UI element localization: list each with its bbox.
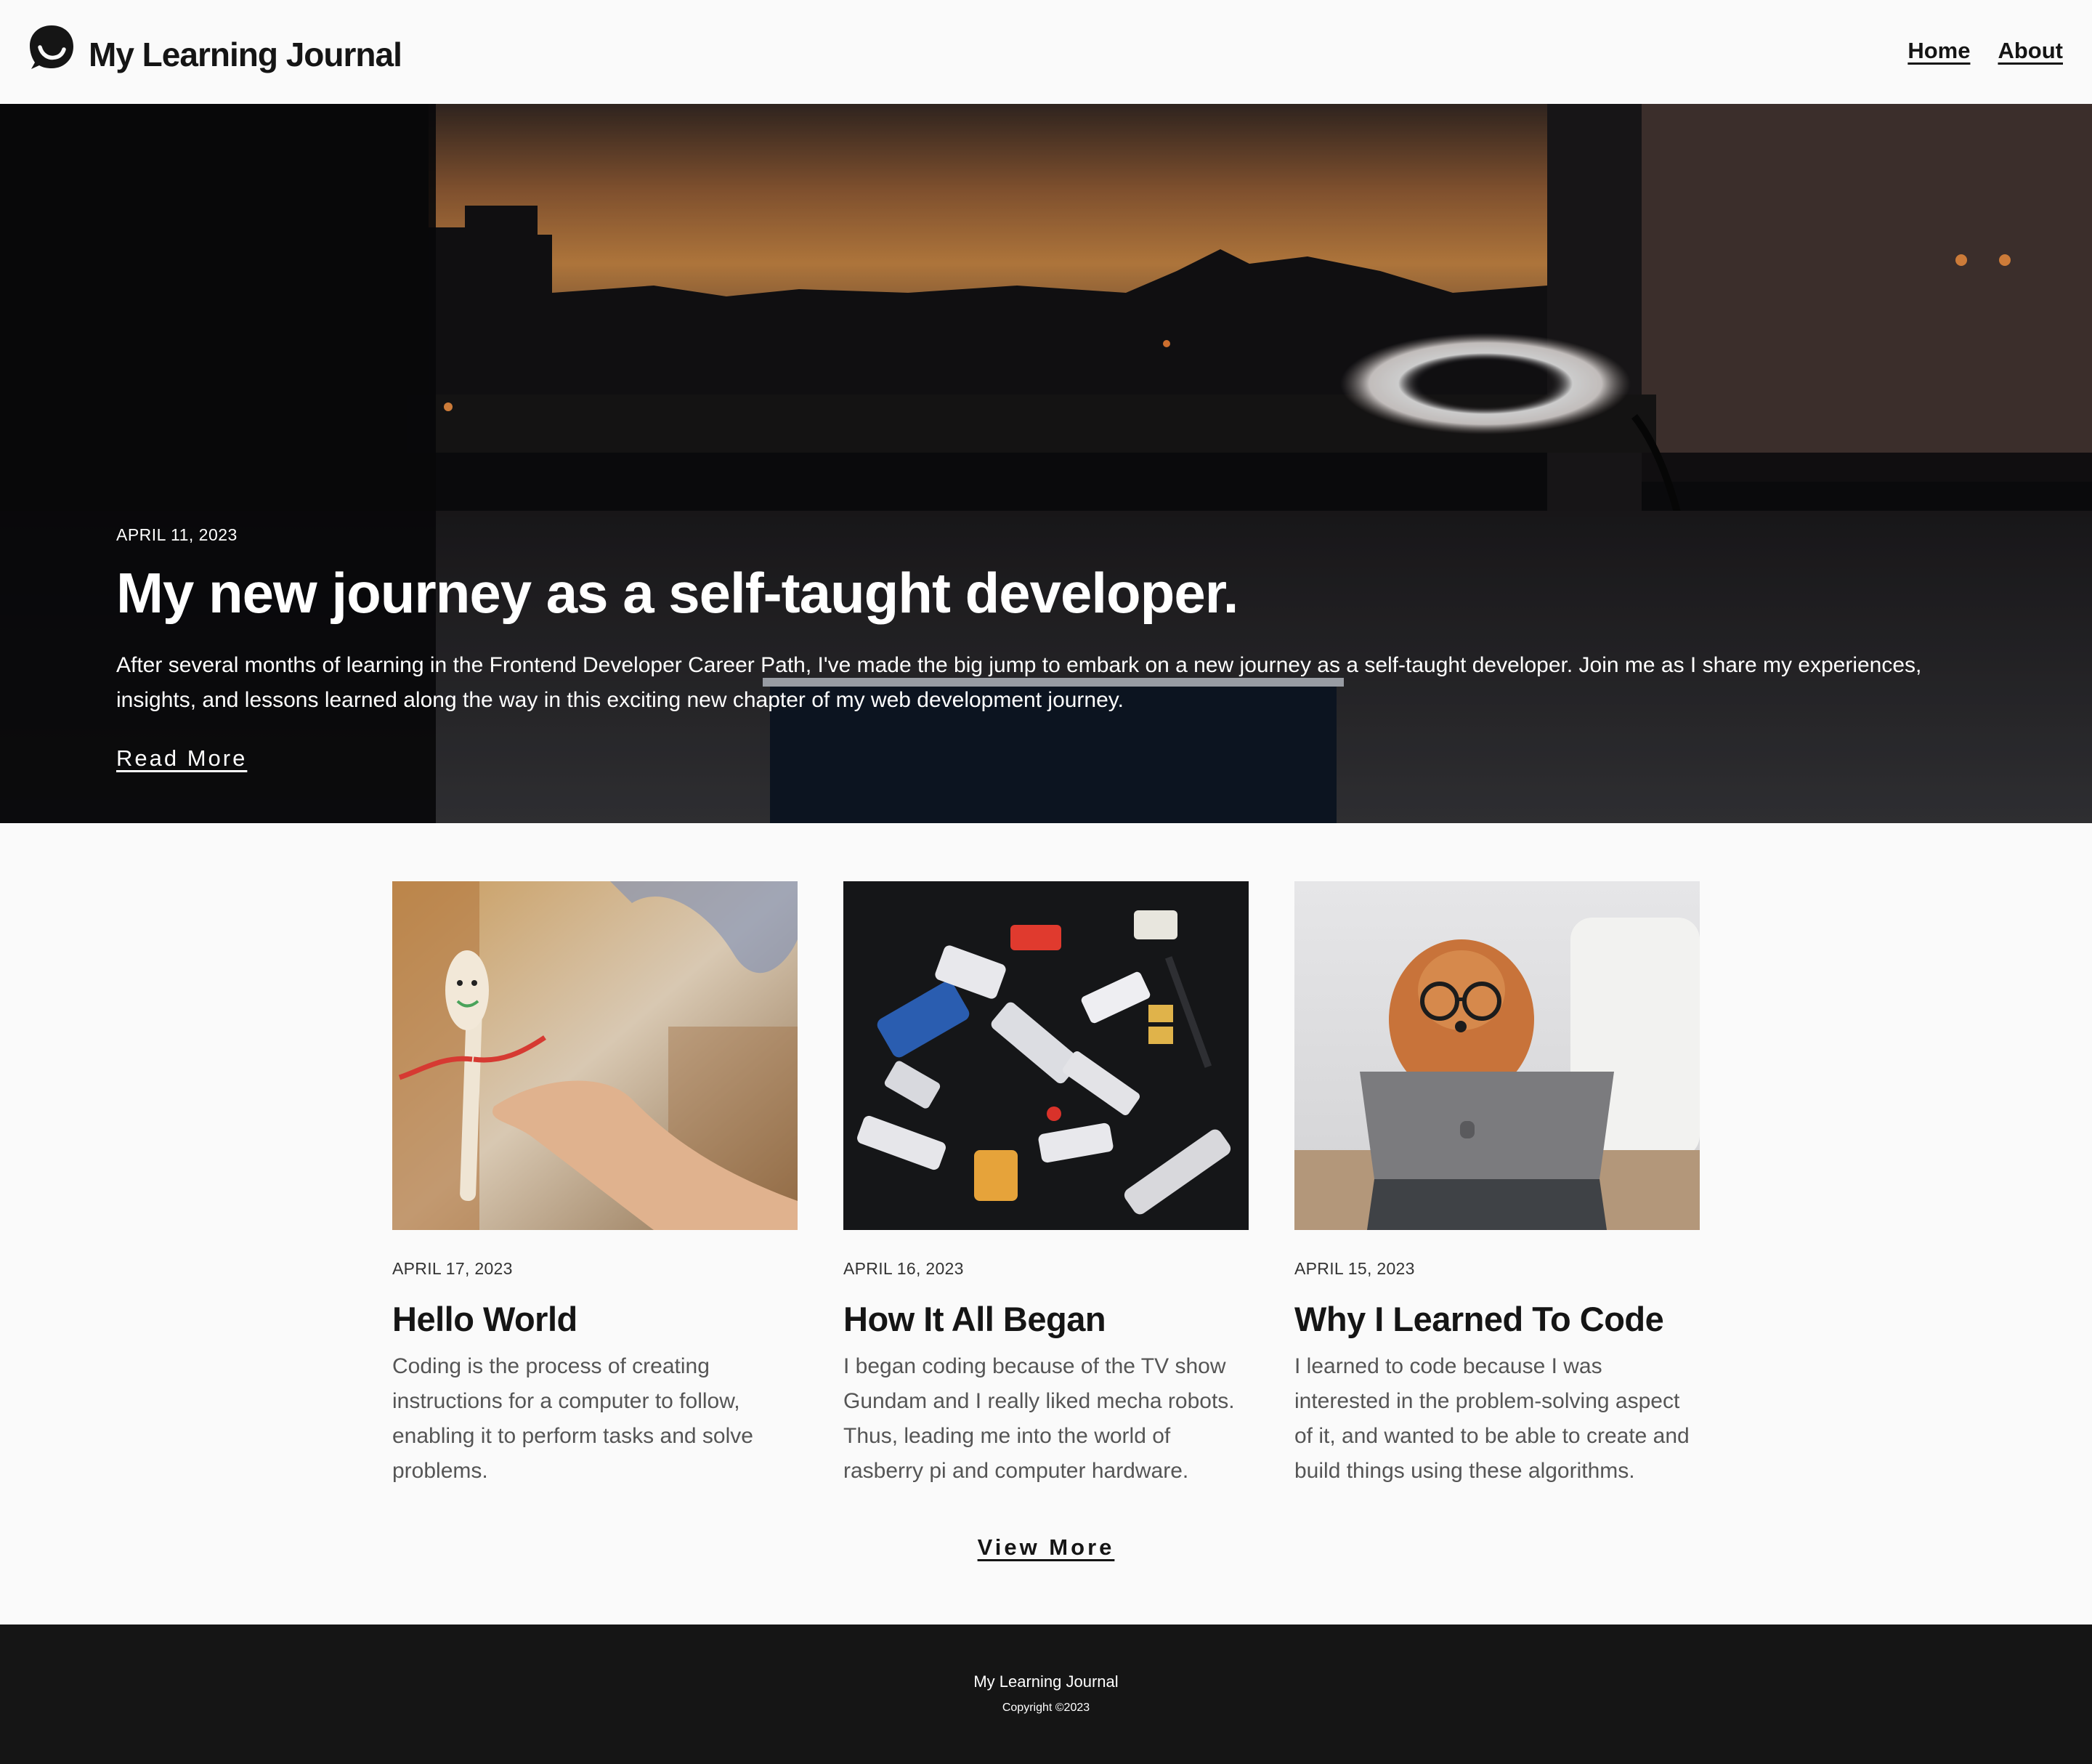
hero-featured-post: APRIL 11, 2023 My new journey as a self-… [0,104,2092,823]
read-more-link[interactable]: Read More [116,745,247,772]
hero-title: My new journey as a self-taught develope… [116,561,1238,625]
post-date: APRIL 16, 2023 [843,1259,964,1278]
main-nav: Home About [1880,38,2063,64]
post-title[interactable]: Why I Learned To Code [1294,1299,1700,1339]
site-title: My Learning Journal [89,36,402,73]
post-card[interactable]: APRIL 17, 2023 Hello World Coding is the… [392,881,798,1489]
site-header: My Learning Journal Home About [0,0,2092,104]
brand-home-link[interactable]: My Learning Journal [28,20,402,74]
post-card[interactable]: APRIL 15, 2023 Why I Learned To Code I l… [1294,881,1700,1489]
post-thumbnail-dog-tablet[interactable] [1294,881,1700,1230]
nav-about-link[interactable]: About [1998,38,2063,64]
post-thumbnail-forky[interactable] [392,881,798,1230]
hero-date: APRIL 11, 2023 [116,525,238,544]
post-title[interactable]: How It All Began [843,1299,1249,1339]
nav-home-link[interactable]: Home [1907,38,1970,64]
smiley-chat-bubble-icon [30,25,73,69]
post-excerpt: I learned to code because I was interest… [1294,1354,1690,1483]
post-excerpt: I began coding because of the TV show Gu… [843,1354,1235,1483]
hero-content: APRIL 11, 2023 My new journey as a self-… [116,525,1976,772]
recent-posts: APRIL 17, 2023 Hello World Coding is the… [392,881,1700,1489]
post-card[interactable]: APRIL 16, 2023 How It All Began I began … [843,881,1249,1489]
hero-excerpt: After several months of learning in the … [116,652,1922,712]
site-footer: My Learning Journal Copyright ©2023 [0,1625,2092,1764]
post-thumbnail-gundam-parts[interactable] [843,881,1249,1230]
post-date: APRIL 17, 2023 [392,1259,513,1278]
view-more-link[interactable]: View More [978,1534,1115,1560]
footer-title: My Learning Journal [973,1672,1119,1691]
post-title[interactable]: Hello World [392,1299,798,1339]
post-excerpt: Coding is the process of creating instru… [392,1354,753,1483]
post-date: APRIL 15, 2023 [1294,1259,1415,1278]
footer-copyright: Copyright ©2023 [1002,1702,1090,1714]
view-more-container: View More [0,1534,2092,1561]
